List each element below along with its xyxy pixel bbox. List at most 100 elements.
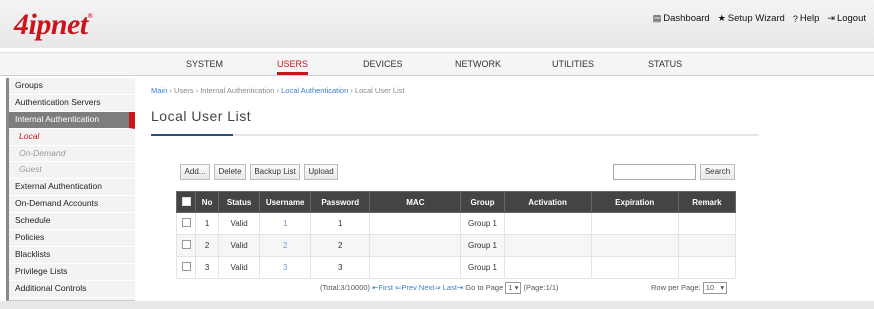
- cell-remark: [677, 212, 737, 235]
- cell-password: 1: [310, 212, 371, 235]
- table-header-row: No Status Username Password MAC Group Ac…: [175, 191, 737, 213]
- title-divider-accent: [151, 134, 233, 136]
- chevron-down-icon: ▾: [720, 283, 725, 292]
- col-mac: MAC: [369, 191, 462, 213]
- setup-wizard-link[interactable]: ★ Setup Wizard: [718, 13, 785, 24]
- sidebar-item-authentication-servers[interactable]: Authentication Servers: [9, 95, 135, 112]
- cell-expiration: [590, 234, 679, 257]
- breadcrumb-local-auth[interactable]: Local Authentication: [281, 86, 348, 95]
- username-link[interactable]: 1: [283, 219, 287, 228]
- sidebar-item-privilege-lists[interactable]: Privilege Lists: [9, 264, 135, 281]
- checkbox-icon: [181, 240, 191, 249]
- rows-per-page-select[interactable]: 10 ▾: [702, 282, 728, 294]
- col-expiration: Expiration: [590, 191, 679, 213]
- sidebar-item-additional-controls[interactable]: Additional Controls: [9, 281, 135, 298]
- cell-password: 2: [310, 234, 371, 257]
- cell-remark: [677, 256, 737, 279]
- dashboard-icon: ▤: [652, 13, 662, 23]
- breadcrumb-users: Users: [173, 86, 194, 95]
- upload-button[interactable]: Upload: [304, 164, 338, 180]
- page-select[interactable]: 1 ▾: [505, 282, 522, 294]
- chevron-down-icon: ▾: [514, 283, 519, 292]
- cell-group: Group 1: [460, 234, 505, 257]
- cell-group: Group 1: [460, 212, 505, 235]
- cell-username[interactable]: 1: [259, 212, 312, 235]
- backup-list-button[interactable]: Backup List: [250, 164, 300, 180]
- col-status: Status: [218, 191, 261, 213]
- pager-prev-link[interactable]: ⇐Prev: [395, 283, 417, 292]
- cell-remark: [677, 234, 737, 257]
- table-row: 1 Valid 1 1 Group 1: [175, 212, 737, 235]
- cell-status: Valid: [218, 212, 261, 235]
- dashboard-link[interactable]: ▤ Dashboard: [653, 13, 710, 24]
- cell-activation: [503, 212, 592, 235]
- cell-username[interactable]: 3: [259, 256, 312, 279]
- checkbox-icon: [181, 196, 191, 206]
- main-nav: SYSTEM USERS DEVICES NETWORK UTILITIES S…: [0, 52, 874, 76]
- search-button[interactable]: Search: [700, 164, 735, 180]
- cell-group: Group 1: [460, 256, 505, 279]
- tab-devices[interactable]: DEVICES: [363, 53, 403, 75]
- pager-last-link[interactable]: Last⇥: [443, 283, 463, 292]
- tab-status[interactable]: STATUS: [648, 53, 682, 75]
- sidebar-item-on-demand[interactable]: On-Demand: [9, 146, 135, 163]
- logout-link[interactable]: ⇥ Logout: [827, 13, 866, 24]
- tab-utilities[interactable]: UTILITIES: [552, 53, 594, 75]
- sidebar: Groups Authentication Servers Internal A…: [6, 78, 135, 301]
- cell-status: Valid: [218, 234, 261, 257]
- sidebar-item-policies[interactable]: Policies: [9, 230, 135, 247]
- username-link[interactable]: 2: [283, 241, 287, 250]
- table-row: 3 Valid 3 3 Group 1: [175, 256, 737, 279]
- sidebar-item-external-authentication[interactable]: External Authentication: [9, 179, 135, 197]
- col-password: Password: [310, 191, 371, 213]
- sidebar-item-schedule[interactable]: Schedule: [9, 213, 135, 231]
- title-divider: [151, 134, 759, 136]
- cell-mac: [369, 212, 462, 235]
- row-checkbox[interactable]: [175, 256, 197, 279]
- goto-page-label: Go to Page: [465, 282, 504, 292]
- col-group: Group: [460, 191, 505, 213]
- cell-expiration: [590, 256, 679, 279]
- footer-bar: [0, 301, 874, 309]
- delete-button[interactable]: Delete: [214, 164, 246, 180]
- checkbox-icon: [181, 218, 191, 227]
- cell-username[interactable]: 2: [259, 234, 312, 257]
- breadcrumb: Main › Users › Internal Authentication ›…: [151, 86, 405, 95]
- user-table: No Status Username Password MAC Group Ac…: [175, 191, 737, 279]
- sidebar-item-blacklists[interactable]: Blacklists: [9, 247, 135, 264]
- cell-mac: [369, 256, 462, 279]
- cell-activation: [503, 234, 592, 257]
- cell-no: 2: [195, 234, 220, 257]
- brand-logo: 4ipnet®: [14, 8, 93, 41]
- row-checkbox[interactable]: [175, 212, 197, 235]
- sidebar-item-groups[interactable]: Groups: [9, 78, 135, 95]
- tab-network[interactable]: NETWORK: [455, 53, 501, 75]
- select-all-checkbox[interactable]: [175, 191, 197, 213]
- main-content: Main › Users › Internal Authentication ›…: [132, 78, 874, 300]
- col-username: Username: [259, 191, 312, 213]
- col-no: No: [195, 191, 220, 213]
- pager-next-link[interactable]: Next⇒: [419, 283, 441, 292]
- star-icon: ★: [717, 13, 726, 23]
- top-links: ▤ Dashboard ★ Setup Wizard ? Help ⇥ Logout: [653, 13, 866, 24]
- sidebar-item-local[interactable]: Local: [9, 129, 135, 146]
- table-row: 2 Valid 2 2 Group 1: [175, 234, 737, 257]
- username-link[interactable]: 3: [283, 263, 287, 272]
- tab-system[interactable]: SYSTEM: [186, 53, 223, 75]
- cell-mac: [369, 234, 462, 257]
- search-input[interactable]: [613, 164, 696, 180]
- sidebar-item-guest[interactable]: Guest: [9, 162, 135, 180]
- breadcrumb-main[interactable]: Main: [151, 86, 167, 95]
- row-checkbox[interactable]: [175, 234, 197, 257]
- sidebar-item-on-demand-accounts[interactable]: On-Demand Accounts: [9, 196, 135, 214]
- page-title: Local User List: [151, 108, 252, 124]
- page-info: (Page:1/1): [523, 282, 559, 292]
- tab-users[interactable]: USERS: [277, 53, 309, 75]
- cell-password: 3: [310, 256, 371, 279]
- sidebar-item-internal-authentication[interactable]: Internal Authentication: [9, 111, 135, 129]
- breadcrumb-internal: Internal Authentication: [200, 86, 275, 95]
- add-button[interactable]: Add...: [180, 164, 210, 180]
- col-remark: Remark: [677, 191, 737, 213]
- help-link[interactable]: ? Help: [793, 13, 820, 24]
- pager-first-link[interactable]: ⇤First: [372, 283, 393, 292]
